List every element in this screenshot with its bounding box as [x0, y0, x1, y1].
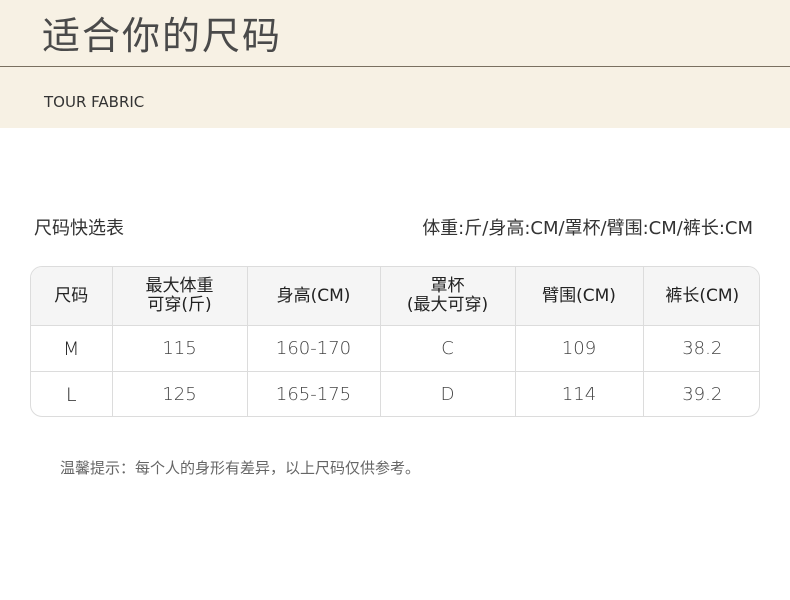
- size-guide-page: 适合你的尺码 TOUR FABRIC 尺码快选表 体重:斤/身高:CM/罩杯/臂…: [0, 0, 790, 600]
- header-cup: 罩杯 (最大可穿): [380, 267, 516, 326]
- cell-arm: 114: [515, 371, 644, 416]
- cell-weight: 115: [112, 325, 248, 372]
- header-height: 身高(CM): [247, 267, 381, 326]
- size-table: 尺码 最大体重 可穿(斤) 身高(CM) 罩杯 (最大可穿) 臂围(CM) 裤长…: [31, 267, 759, 416]
- size-chart-label: 尺码快选表: [34, 218, 124, 239]
- cell-cup: C: [380, 325, 516, 372]
- table-row: L 125 165-175 D 114 39.2: [31, 371, 759, 416]
- header-banner: 适合你的尺码 TOUR FABRIC: [0, 0, 790, 128]
- cell-height: 165-175: [247, 371, 381, 416]
- page-title: 适合你的尺码: [42, 14, 283, 58]
- cell-height: 160-170: [247, 325, 381, 372]
- header-length: 裤长(CM): [643, 267, 759, 326]
- table-row: M 115 160-170 C 109 38.2: [31, 325, 759, 372]
- cell-weight: 125: [112, 371, 248, 416]
- header-max-weight: 最大体重 可穿(斤): [112, 267, 248, 326]
- header-size: 尺码: [31, 267, 113, 326]
- cell-size: L: [31, 371, 113, 416]
- cell-arm: 109: [515, 325, 644, 372]
- header-arm: 臂围(CM): [515, 267, 644, 326]
- brand-subtitle: TOUR FABRIC: [44, 93, 145, 111]
- cell-length: 39.2: [682, 384, 723, 405]
- cell-length: 38.2: [643, 325, 759, 372]
- sizing-note: 温馨提示：每个人的身形有差异，以上尺码仅供参考。: [60, 459, 421, 477]
- table-header-row: 尺码 最大体重 可穿(斤) 身高(CM) 罩杯 (最大可穿) 臂围(CM) 裤长…: [31, 267, 759, 326]
- size-table-container: 尺码 最大体重 可穿(斤) 身高(CM) 罩杯 (最大可穿) 臂围(CM) 裤长…: [30, 266, 760, 417]
- units-legend: 体重:斤/身高:CM/罩杯/臂围:CM/裤长:CM: [422, 218, 753, 239]
- cell-cup: D: [380, 371, 516, 416]
- header-divider: [0, 66, 790, 67]
- cell-size: M: [31, 325, 113, 372]
